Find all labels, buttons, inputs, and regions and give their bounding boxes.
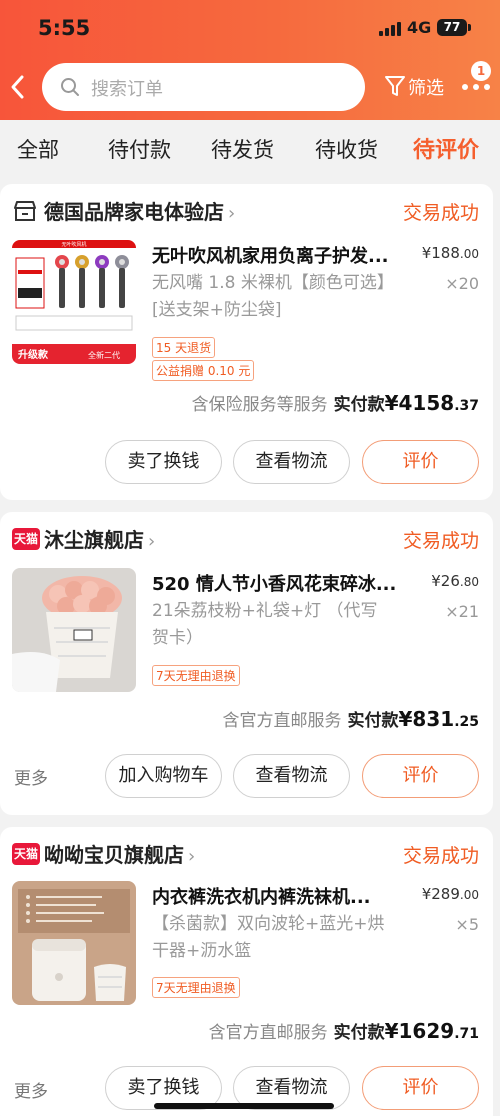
service-text: 含官方直邮服务	[222, 711, 342, 731]
status-time: 5:55	[38, 16, 91, 40]
search-input[interactable]: 搜索订单	[42, 63, 365, 111]
quantity: ×5	[455, 915, 479, 934]
view-logistics-button[interactable]: 查看物流	[233, 754, 350, 798]
more-menu-icon[interactable]	[460, 80, 494, 94]
store-name: 沐尘旗舰店 ›	[44, 528, 156, 552]
product-title[interactable]: 内衣裤洗衣机内裤洗袜机...	[152, 883, 371, 909]
order-status: 交易成功	[402, 202, 479, 224]
store-name: 呦呦宝贝旗舰店 ›	[44, 843, 196, 867]
chevron-right-icon: ›	[188, 846, 196, 867]
resell-button[interactable]: 卖了换钱	[105, 440, 222, 484]
product-variant: 无风嘴 1.8 米裸机【颜色可选】[送支架+防尘袋]	[152, 273, 386, 320]
return-tag: 15 天退货	[152, 337, 216, 358]
unit-price: ¥289.00	[421, 885, 479, 903]
service-text: 含官方直邮服务	[208, 1023, 328, 1043]
store-icon	[14, 201, 36, 221]
search-placeholder: 搜索订单	[91, 79, 163, 100]
header-bar: 5:55 4G 77 搜索订单 筛选 1	[0, 0, 500, 120]
tmall-icon: 天猫	[12, 843, 40, 865]
review-button[interactable]: 评价	[362, 440, 479, 484]
product-image[interactable]: 无叶吹风机 升级款 全新二代	[12, 240, 136, 364]
product-variant: 【杀菌款】双向波轮+蓝光+烘干器+沥水篮	[152, 914, 385, 961]
thumb-badge: 升级款	[18, 348, 49, 361]
return-tag: 7天无理由退换	[152, 977, 240, 998]
mini-washer-image	[12, 881, 136, 1005]
product-title[interactable]: 无叶吹风机家用负离子护发...	[152, 242, 389, 268]
network-type: 4G	[407, 18, 432, 37]
hair-dryer-image: 无叶吹风机 升级款 全新二代	[12, 240, 136, 364]
paid-amount: ¥1629.71	[384, 1019, 479, 1043]
order-card: 德国品牌家电体验店 › 交易成功 无叶吹风机 升级款 全新二代 无叶吹风机家用负离…	[0, 184, 493, 500]
thumb-top-label: 无叶吹风机	[61, 241, 86, 248]
signal-icon	[379, 22, 401, 36]
notification-badge: 1	[471, 61, 491, 81]
add-to-cart-button[interactable]: 加入购物车	[105, 754, 222, 798]
search-icon	[61, 78, 79, 96]
battery-tip	[468, 24, 471, 31]
product-variant: 21朵荔枝粉+礼袋+灯 （代写贺卡）	[152, 601, 378, 648]
view-logistics-button[interactable]: 查看物流	[233, 440, 350, 484]
order-total: 含官方直邮服务 实付款¥831.25	[223, 706, 479, 731]
paid-label: 实付款	[333, 395, 385, 415]
paid-amount: ¥4158.37	[384, 391, 479, 415]
thumb-sub: 全新二代	[88, 350, 120, 360]
tab-pending-review[interactable]: 待评价	[413, 132, 479, 164]
order-tabs: 全部 待付款 待发货 待收货 待评价	[0, 120, 500, 182]
service-text: 含保险服务等服务	[191, 395, 328, 415]
home-indicator	[154, 1103, 334, 1109]
review-button[interactable]: 评价	[362, 1066, 479, 1110]
unit-price: ¥188.00	[421, 244, 479, 262]
store-name: 德国品牌家电体验店 ›	[44, 200, 236, 224]
more-link[interactable]: 更多	[14, 764, 48, 789]
paid-label: 实付款	[347, 711, 399, 731]
charity-tag: 公益捐赠 0.10 元	[152, 360, 255, 381]
order-status: 交易成功	[402, 845, 479, 867]
filter-label: 筛选	[408, 78, 444, 99]
order-total: 含保险服务等服务 实付款¥4158.37	[192, 390, 479, 415]
back-arrow-icon[interactable]	[6, 72, 30, 102]
flower-bouquet-image	[12, 568, 136, 692]
tmall-icon: 天猫	[12, 528, 40, 550]
paid-label: 实付款	[333, 1023, 385, 1043]
chevron-right-icon: ›	[228, 203, 236, 224]
product-title[interactable]: 520 情人节小香风花束碎冰...	[152, 570, 396, 596]
tab-pending-payment[interactable]: 待付款	[108, 134, 171, 164]
order-card: 天猫 沐尘旗舰店 › 交易成功 520 情人节小香风花束碎冰... ¥26.80 …	[0, 512, 493, 815]
more-link[interactable]: 更多	[14, 1077, 48, 1102]
quantity: ×21	[445, 602, 479, 621]
order-status: 交易成功	[402, 530, 479, 552]
chevron-right-icon: ›	[148, 531, 156, 552]
battery-icon: 77	[437, 19, 467, 36]
order-card: 天猫 呦呦宝贝旗舰店 › 交易成功 内衣裤洗衣机内裤洗袜机... ¥289.00 …	[0, 827, 493, 1116]
paid-amount: ¥831.25	[398, 707, 479, 731]
review-button[interactable]: 评价	[362, 754, 479, 798]
tab-pending-receipt[interactable]: 待收货	[315, 134, 378, 164]
filter-icon	[385, 76, 405, 96]
quantity: ×20	[445, 274, 479, 293]
tab-all[interactable]: 全部	[17, 134, 59, 164]
tab-pending-shipment[interactable]: 待发货	[211, 134, 274, 164]
order-total: 含官方直邮服务 实付款¥1629.71	[209, 1018, 479, 1043]
product-image[interactable]	[12, 881, 136, 1005]
unit-price: ¥26.80	[431, 572, 479, 590]
return-tag: 7天无理由退换	[152, 665, 240, 686]
product-image[interactable]	[12, 568, 136, 692]
